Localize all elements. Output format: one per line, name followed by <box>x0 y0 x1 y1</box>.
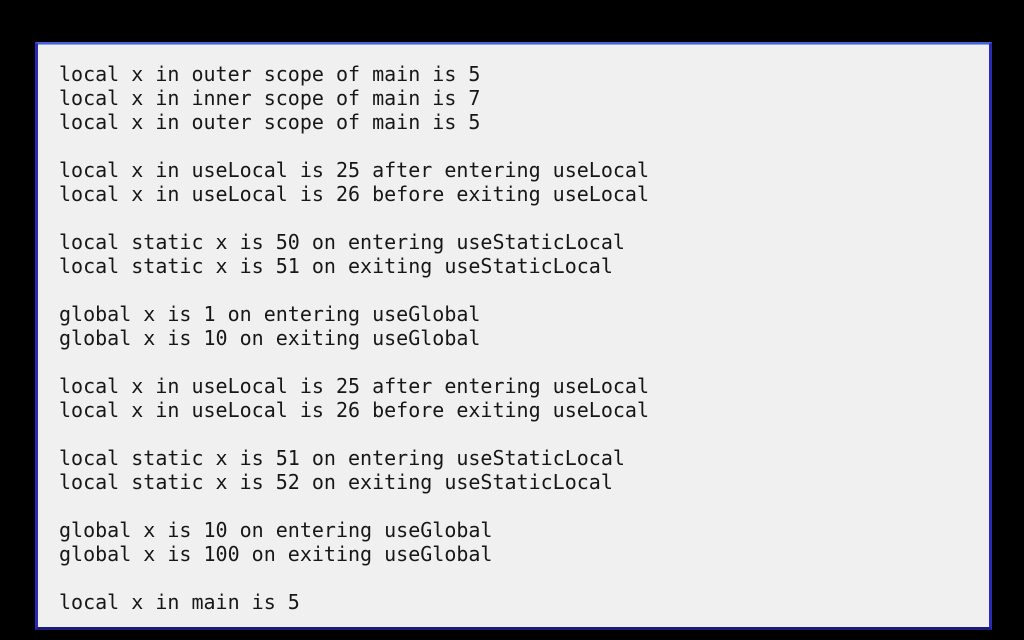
console-output-text: local x in outer scope of main is 5 local… <box>59 62 985 627</box>
console-line: local x in useLocal is 25 after entering… <box>59 158 650 182</box>
console-line: local static x is 50 on entering useStat… <box>59 230 625 254</box>
console-line: local x in inner scope of main is 7 <box>59 86 481 110</box>
console-line: local x in outer scope of main is 5 <box>59 110 481 134</box>
console-line: local static x is 51 on exiting useStati… <box>59 254 613 278</box>
console-line: global x is 100 on exiting useGlobal <box>59 542 493 566</box>
console-line: local x in useLocal is 25 after entering… <box>59 374 650 398</box>
console-line: local static x is 51 on entering useStat… <box>59 446 625 470</box>
console-line: global x is 1 on entering useGlobal <box>59 302 481 326</box>
console-line: local x in main is 5 <box>59 590 300 614</box>
console-window[interactable]: local x in outer scope of main is 5 local… <box>35 42 992 630</box>
console-line: local static x is 52 on exiting useStati… <box>59 470 613 494</box>
console-line: global x is 10 on entering useGlobal <box>59 518 493 542</box>
console-line: global x is 10 on exiting useGlobal <box>59 326 481 350</box>
console-line: local x in outer scope of main is 5 <box>59 62 481 86</box>
console-line: local x in useLocal is 26 before exiting… <box>59 182 650 206</box>
desktop-background: local x in outer scope of main is 5 local… <box>0 0 1024 640</box>
console-line: local x in useLocal is 26 before exiting… <box>59 398 650 422</box>
